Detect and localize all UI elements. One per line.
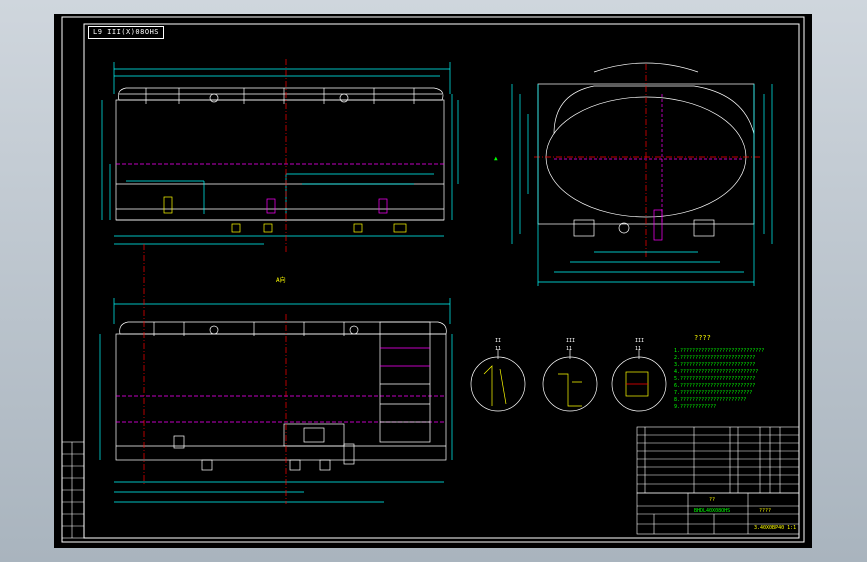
outer-frame xyxy=(61,16,805,543)
material-label: BHDL40X08OHS xyxy=(694,508,731,514)
section-labels: II 11 III 11 III 11 xyxy=(495,338,644,352)
note-line: 6.????????????????????????? xyxy=(674,383,756,389)
note-line: 4.?????????????????????????? xyxy=(674,369,759,375)
notes-title: ???? xyxy=(694,334,711,342)
note-line: 2.????????????????????????? xyxy=(674,355,756,361)
note-line: 7.???????????????????????? xyxy=(674,390,753,396)
technical-notes: 1.???????????????????????????? 2.???????… xyxy=(674,348,764,411)
view-label: A向 xyxy=(276,276,286,284)
side-view xyxy=(101,59,459,254)
note-line: 5.????????????????????????? xyxy=(674,376,756,382)
section-mark-1-bottom: 11 xyxy=(495,346,501,352)
drawing-viewport[interactable]: ▲ A向 II 11 III 11 III 11 L9 III(X)08OHS … xyxy=(54,14,812,548)
drawing-number: ?? xyxy=(709,497,716,503)
cad-drawing: ▲ A向 II 11 III 11 III 11 xyxy=(61,16,805,543)
note-line: 1.???????????????????????????? xyxy=(674,348,765,354)
section-mark-1-top: II xyxy=(495,338,501,344)
note-line: 8.?????????????????????? xyxy=(674,397,747,403)
section-mark-3-bottom: 11 xyxy=(635,346,641,352)
revision-table xyxy=(61,441,85,539)
section-mark-2-top: III xyxy=(566,338,575,344)
arrow-mark: ▲ xyxy=(494,155,498,162)
part-label: 3.40X0BP40 1:1 xyxy=(754,525,797,531)
parts-list xyxy=(636,426,800,494)
section-details xyxy=(470,349,667,412)
section-mark-3-top: III xyxy=(635,338,644,344)
inner-frame xyxy=(83,23,800,539)
note-line: 3.????????????????????????? xyxy=(674,362,756,368)
end-view xyxy=(511,62,773,286)
drawing-name: ???? xyxy=(759,508,772,514)
section-mark-2-bottom: 11 xyxy=(566,346,572,352)
note-line: 9.???????????? xyxy=(674,404,717,410)
drawing-title-tag: L9 III(X)08OHS xyxy=(88,26,165,39)
